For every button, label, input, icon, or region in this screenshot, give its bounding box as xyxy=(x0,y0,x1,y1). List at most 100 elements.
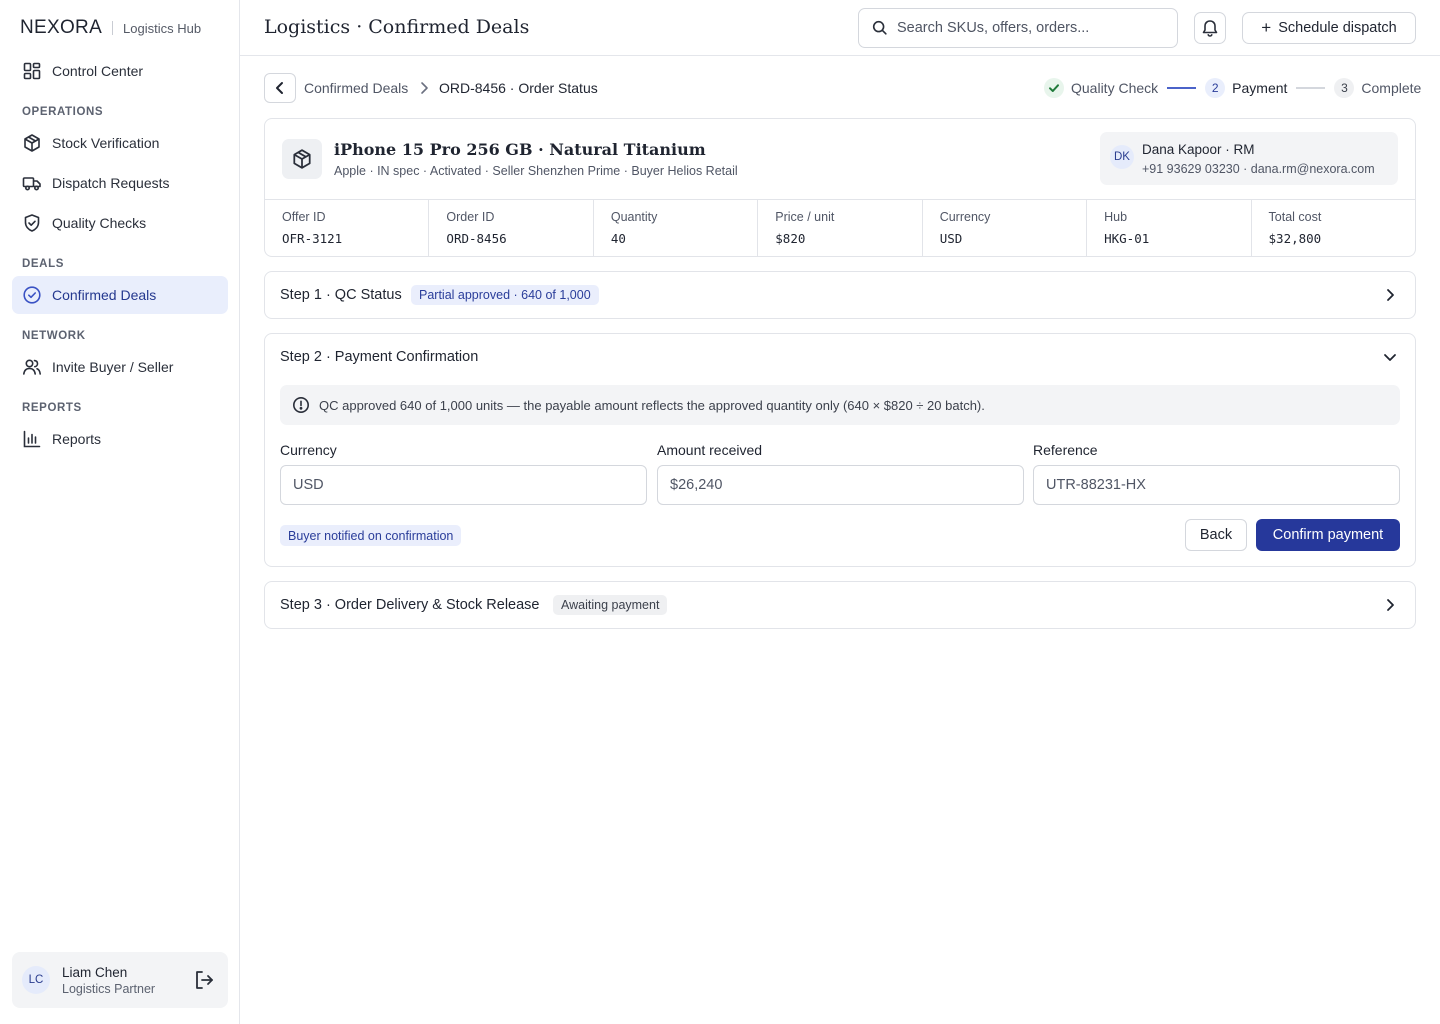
stat-label: Hub xyxy=(1104,210,1128,224)
brand-divider xyxy=(112,21,114,35)
truck-icon xyxy=(22,177,41,191)
sidebar-item-label: Invite Buyer / Seller xyxy=(52,359,174,375)
currency-field[interactable] xyxy=(280,465,647,505)
sidebar-item-reports[interactable]: Reports xyxy=(12,420,228,458)
search-input[interactable] xyxy=(897,20,1167,36)
step-label-complete: Complete xyxy=(1361,80,1422,96)
search-icon xyxy=(872,20,887,35)
stat-price-unit: Price / unit $820 xyxy=(758,200,923,256)
notifications-button[interactable] xyxy=(1194,12,1226,44)
step1-title: Step 1 · QC Status xyxy=(280,287,402,303)
rm-name: Dana Kapoor · RM xyxy=(1142,142,1255,157)
amount-received-input[interactable] xyxy=(670,477,1023,493)
stat-quantity: Quantity 40 xyxy=(594,200,759,256)
brand-subtitle: Logistics Hub xyxy=(123,20,202,36)
step-connector xyxy=(1296,87,1326,89)
sidebar-item-label: Reports xyxy=(52,431,102,447)
alert-circle-icon xyxy=(293,397,309,413)
sidebar-item-control-center[interactable]: Control Center xyxy=(12,52,228,90)
stat-order-id: Order ID ORD-8456 xyxy=(429,200,594,256)
logout-icon[interactable] xyxy=(192,968,216,992)
plus-icon: + xyxy=(1261,18,1272,37)
stat-label: Quantity xyxy=(610,210,658,224)
chevron-right-icon xyxy=(421,82,428,94)
chevron-right-icon xyxy=(1387,599,1394,611)
stat-label: Price / unit xyxy=(775,210,835,224)
stat-hub: Hub HKG-01 xyxy=(1087,200,1252,256)
product-title: iPhone 15 Pro 256 GB · Natural Titanium xyxy=(334,140,706,159)
step-label-payment: Payment xyxy=(1232,80,1288,96)
reference-field[interactable] xyxy=(1033,465,1400,505)
product-card: iPhone 15 Pro 256 GB · Natural Titanium … xyxy=(264,118,1416,257)
step-connector xyxy=(1167,87,1197,89)
breadcrumb-current: ORD-8456 · Order Status xyxy=(439,80,598,96)
currency-input[interactable] xyxy=(293,477,646,493)
shield-check-icon xyxy=(24,214,40,232)
back-button[interactable] xyxy=(264,73,296,103)
sidebar-item-stock-verification[interactable]: Stock Verification xyxy=(12,124,228,162)
info-text: QC approved 640 of 1,000 units — the pay… xyxy=(319,397,985,413)
check-circle-icon xyxy=(23,286,41,304)
buyer-notified-badge: Buyer notified on confirmation xyxy=(280,525,462,546)
step3-title: Step 3 · Order Delivery & Stock Release xyxy=(280,597,540,613)
rm-contact: +91 93629 03230 · dana.rm@nexora.com xyxy=(1142,162,1375,176)
sidebar-item-dispatch-requests[interactable]: Dispatch Requests xyxy=(12,164,228,202)
stat-currency: Currency USD xyxy=(923,200,1088,256)
confirm-payment-button[interactable]: Confirm payment xyxy=(1256,519,1400,551)
brand-logo: NEXORA xyxy=(20,17,103,38)
relationship-manager-card: DK Dana Kapoor · RM +91 93629 03230 · da… xyxy=(1100,132,1398,185)
users-icon xyxy=(23,359,41,375)
sidebar-item-label: Stock Verification xyxy=(52,135,160,151)
stat-label: Offer ID xyxy=(282,210,326,224)
breadcrumb-parent-link[interactable]: Confirmed Deals xyxy=(304,80,408,96)
avatar: LC xyxy=(22,966,50,994)
package-icon xyxy=(293,149,311,169)
sidebar-item-label: Control Center xyxy=(52,63,144,79)
product-box xyxy=(282,139,322,179)
amount-received-label: Amount received xyxy=(657,442,763,458)
stat-value: $820 xyxy=(775,231,806,246)
chevron-down-icon[interactable] xyxy=(1381,348,1399,366)
sidebar-item-invite[interactable]: Invite Buyer / Seller xyxy=(12,348,228,386)
avatar: DK xyxy=(1110,145,1134,169)
step-number-3: 3 xyxy=(1334,78,1355,98)
amount-received-field[interactable] xyxy=(657,465,1024,505)
step1-qc-status-row[interactable]: Step 1 · QC Status Partial approved · 64… xyxy=(264,271,1416,319)
stat-value: HKG-01 xyxy=(1104,231,1150,246)
chevron-left-icon xyxy=(276,82,283,94)
search-box[interactable] xyxy=(858,8,1178,48)
info-banner: QC approved 640 of 1,000 units — the pay… xyxy=(280,385,1400,425)
stat-label: Total cost xyxy=(1268,210,1322,224)
qc-status-badge: Partial approved · 640 of 1,000 xyxy=(411,285,599,305)
sidebar-item-quality-checks[interactable]: Quality Checks xyxy=(12,204,228,242)
reference-input[interactable] xyxy=(1046,477,1399,493)
bell-icon xyxy=(1202,20,1218,37)
stat-value: USD xyxy=(939,231,963,246)
stat-label: Order ID xyxy=(446,210,495,224)
chevron-right-icon xyxy=(1387,289,1394,301)
stat-value: OFR-3121 xyxy=(282,231,343,246)
schedule-dispatch-button[interactable]: + Schedule dispatch xyxy=(1242,12,1416,44)
step2-payment-confirmation: Step 2 · Payment Confirmation QC approve… xyxy=(264,333,1416,567)
top-header: Logistics · Confirmed Deals + Schedule d… xyxy=(240,0,1440,56)
section-operations: OPERATIONS xyxy=(22,106,104,118)
section-network: NETWORK xyxy=(22,330,86,342)
sidebar: NEXORA Logistics Hub Control Center OPER… xyxy=(0,0,240,1024)
package-icon xyxy=(24,134,40,152)
sidebar-item-label: Quality Checks xyxy=(52,215,147,231)
check-icon xyxy=(1049,84,1059,92)
stat-offer-id: Offer ID OFR-3121 xyxy=(265,200,430,256)
progress-stepper: Quality Check 2 Payment 3 Complete xyxy=(1044,78,1421,98)
step3-delivery-row[interactable]: Step 3 · Order Delivery & Stock Release … xyxy=(264,581,1416,629)
stat-total-cost: Total cost $32,800 xyxy=(1252,200,1415,256)
stat-label: Currency xyxy=(939,210,991,224)
step-done-badge xyxy=(1044,78,1064,98)
sidebar-item-label: Confirmed Deals xyxy=(52,287,157,303)
stat-value: ORD-8456 xyxy=(446,231,507,246)
stat-value: 40 xyxy=(610,231,626,246)
sidebar-item-confirmed-deals[interactable]: Confirmed Deals xyxy=(12,276,228,314)
back-step-button[interactable]: Back xyxy=(1185,519,1247,551)
section-reports: REPORTS xyxy=(22,402,82,414)
awaiting-payment-badge: Awaiting payment xyxy=(553,595,668,615)
bar-chart-icon xyxy=(23,430,41,448)
